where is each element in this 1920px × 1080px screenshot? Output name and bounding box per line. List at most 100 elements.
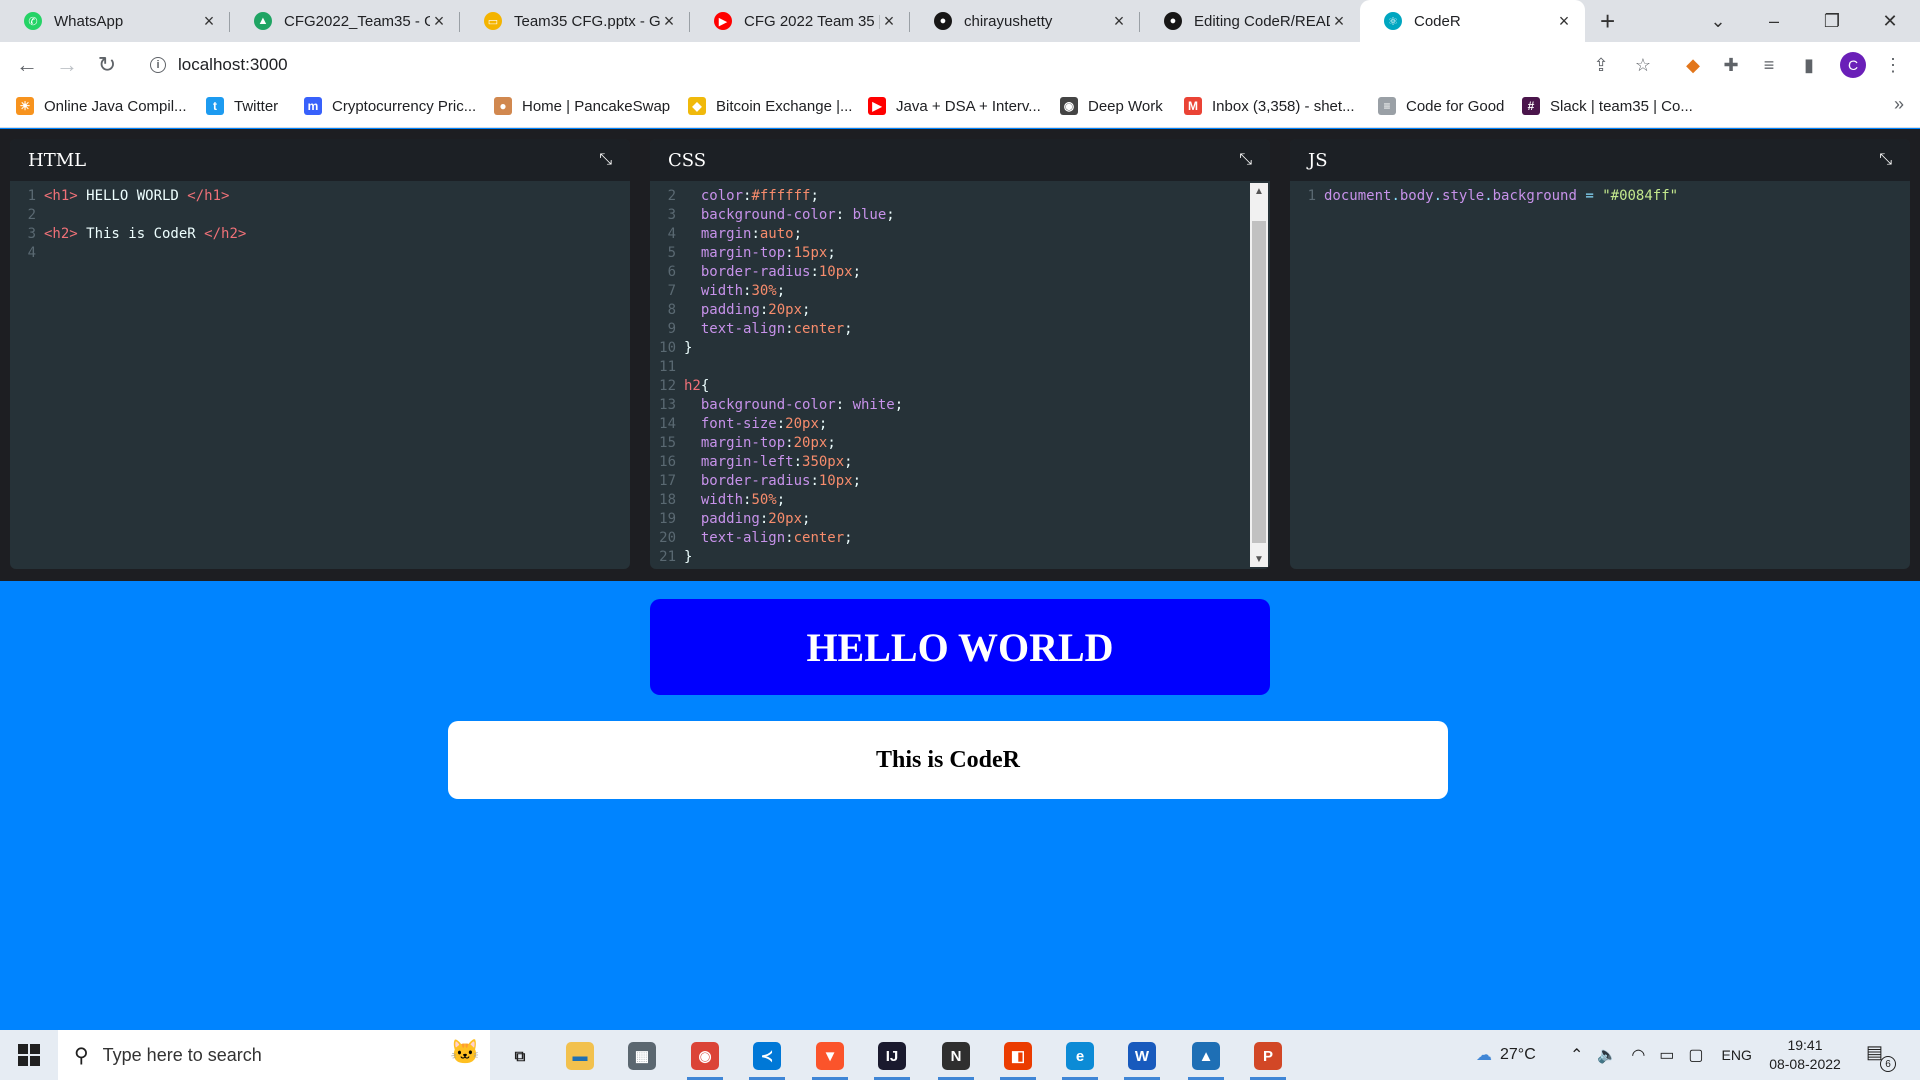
- taskbar-app[interactable]: ⧉: [498, 1036, 542, 1076]
- close-tab-icon[interactable]: ×: [1110, 11, 1128, 32]
- taskbar-app[interactable]: P: [1246, 1036, 1290, 1080]
- code-text: border-radius:10px;: [684, 472, 861, 491]
- bookmark-item[interactable]: # Slack | team35 | Co...: [1522, 88, 1693, 124]
- code-line: 21}: [650, 548, 1270, 567]
- code-text: h2{: [684, 377, 709, 396]
- css-code-editor[interactable]: 2 color:#ffffff; 3 background-color: blue…: [650, 181, 1270, 567]
- browser-tab[interactable]: ● Editing CodeR/READM×: [1140, 0, 1360, 42]
- js-code-editor[interactable]: 1 document.body.style.background = "#0084…: [1290, 181, 1910, 206]
- code-line: 3 background-color: blue;: [650, 206, 1270, 225]
- taskbar-app[interactable]: W: [1120, 1036, 1164, 1080]
- collapse-icon[interactable]: ⤡: [1879, 151, 1892, 169]
- chevron-up-icon[interactable]: ⌃: [1570, 1045, 1583, 1065]
- battery-icon[interactable]: ▭: [1659, 1045, 1674, 1065]
- close-tab-icon[interactable]: ×: [430, 11, 448, 32]
- close-tab-icon[interactable]: ×: [1555, 11, 1573, 32]
- taskbar-app[interactable]: ▲: [1184, 1036, 1228, 1080]
- profile-avatar[interactable]: C: [1840, 52, 1866, 78]
- notification-count-badge: 6: [1880, 1056, 1896, 1072]
- bookmark-item[interactable]: m Cryptocurrency Pric...: [304, 88, 476, 124]
- taskbar-app[interactable]: ≺: [745, 1036, 789, 1080]
- binance-icon: ◆: [688, 97, 706, 115]
- tab-search-icon[interactable]: ⌄: [1690, 0, 1746, 42]
- taskbar-search-box[interactable]: ⚲ Type here to search 🐱: [58, 1030, 490, 1080]
- taskbar-app[interactable]: ▼: [808, 1036, 852, 1080]
- bookmark-item[interactable]: ☀ Online Java Compil...: [16, 88, 187, 124]
- css-editor-scrollbar[interactable]: ▲ ▼: [1250, 183, 1268, 567]
- code-token: h2: [684, 378, 701, 394]
- taskbar-app[interactable]: ▦: [620, 1036, 664, 1076]
- bookmark-star-icon[interactable]: ☆: [1630, 52, 1656, 78]
- code-text: }: [684, 339, 692, 358]
- editor-area: HTML ⤡ 1 <h1> HELLO WORLD </h1> 2 3 <h2> Thi…: [0, 129, 1920, 581]
- back-arrow-icon[interactable]: ←: [12, 50, 42, 80]
- code-token: }: [684, 549, 693, 565]
- collapse-icon[interactable]: ⤡: [1239, 151, 1252, 169]
- bookmark-item[interactable]: ● Home | PancakeSwap: [494, 88, 670, 124]
- minimize-window-button[interactable]: –: [1746, 0, 1802, 42]
- forward-arrow-icon[interactable]: →: [52, 50, 82, 80]
- browser-tab[interactable]: ▶ CFG 2022 Team 35 [Br×: [690, 0, 910, 42]
- code-token: :: [785, 321, 794, 337]
- browser-tab[interactable]: ▭ Team35 CFG.pptx - Go ×: [460, 0, 690, 42]
- browser-tab[interactable]: ✆ WhatsApp ×: [0, 0, 230, 42]
- bookmark-item[interactable]: ◉ Deep Work: [1060, 88, 1163, 124]
- start-button[interactable]: [0, 1030, 58, 1080]
- new-tab-button[interactable]: +: [1600, 6, 1615, 37]
- meet-now-icon[interactable]: ▢: [1688, 1045, 1703, 1065]
- close-tab-icon[interactable]: ×: [660, 11, 678, 32]
- taskbar-app[interactable]: N: [934, 1036, 978, 1080]
- collapse-icon[interactable]: ⤡: [599, 151, 612, 169]
- line-number: 7: [667, 283, 676, 299]
- extensions-puzzle-icon[interactable]: ✚: [1718, 52, 1744, 78]
- bookmark-item[interactable]: ≡ Code for Good: [1378, 88, 1504, 124]
- bookmark-item[interactable]: ◆ Bitcoin Exchange |...: [688, 88, 852, 124]
- wifi-icon[interactable]: ◠: [1631, 1045, 1645, 1065]
- share-icon[interactable]: ⇪: [1588, 52, 1614, 78]
- code-token: #ffffff: [751, 188, 811, 204]
- scroll-up-arrow-icon[interactable]: ▲: [1250, 183, 1268, 199]
- volume-icon[interactable]: 🔈: [1597, 1045, 1617, 1065]
- tab-separator: [229, 12, 230, 32]
- sun-icon: ☀: [16, 97, 34, 115]
- code-token: }: [684, 340, 693, 356]
- browser-tab[interactable]: ⚛ CodeR ×: [1360, 0, 1585, 42]
- taskbar-app[interactable]: IJ: [870, 1036, 914, 1080]
- bookmark-item[interactable]: t Twitter: [206, 88, 278, 124]
- code-line: 15 margin-top:20px;: [650, 434, 1270, 453]
- metamask-icon[interactable]: ◆: [1680, 52, 1706, 78]
- code-token: :: [776, 416, 786, 432]
- reading-list-icon[interactable]: ≡: [1756, 52, 1782, 78]
- address-bar[interactable]: i localhost:3000: [138, 47, 1658, 83]
- language-indicator[interactable]: ENG: [1722, 1047, 1752, 1063]
- browser-tab[interactable]: ● chirayushetty ×: [910, 0, 1140, 42]
- notification-center-icon[interactable]: ▤ 6: [1866, 1042, 1896, 1072]
- close-tab-icon[interactable]: ×: [200, 11, 218, 32]
- close-window-button[interactable]: ✕: [1862, 0, 1918, 42]
- close-tab-icon[interactable]: ×: [1330, 11, 1348, 32]
- taskbar-app[interactable]: e: [1058, 1036, 1102, 1080]
- taskbar-app[interactable]: ◉: [683, 1036, 727, 1080]
- reload-icon[interactable]: ↻: [92, 50, 122, 80]
- scroll-down-arrow-icon[interactable]: ▼: [1250, 551, 1268, 567]
- code-token: document: [1324, 188, 1392, 204]
- html-code-editor[interactable]: 1 <h1> HELLO WORLD </h1> 2 3 <h2> This is Co…: [10, 181, 630, 263]
- side-panel-icon[interactable]: ▮: [1796, 52, 1822, 78]
- code-token: auto: [759, 226, 794, 242]
- code-text: margin-left:350px;: [684, 453, 853, 472]
- bookmark-item[interactable]: ▶ Java + DSA + Interv...: [868, 88, 1041, 124]
- more-bookmarks-icon[interactable]: »: [1894, 94, 1904, 115]
- weather-widget[interactable]: ☁ 27°C: [1476, 1030, 1536, 1080]
- scrollbar-thumb[interactable]: [1252, 221, 1266, 543]
- code-token: ;: [776, 492, 786, 508]
- site-info-icon[interactable]: i: [150, 57, 166, 73]
- taskbar-clock[interactable]: 19:41 08-08-2022: [1760, 1036, 1850, 1074]
- powerpoint-icon: P: [1254, 1042, 1282, 1070]
- close-tab-icon[interactable]: ×: [880, 11, 898, 32]
- restore-window-button[interactable]: ❐: [1804, 0, 1860, 42]
- taskbar-app[interactable]: ◧: [996, 1036, 1040, 1080]
- browser-tab[interactable]: ▲ CFG2022_Team35 - Go ×: [230, 0, 460, 42]
- bookmark-item[interactable]: M Inbox (3,358) - shet...: [1184, 88, 1355, 124]
- menu-kebab-icon[interactable]: ⋮: [1880, 52, 1906, 78]
- taskbar-app[interactable]: ▬: [558, 1036, 602, 1076]
